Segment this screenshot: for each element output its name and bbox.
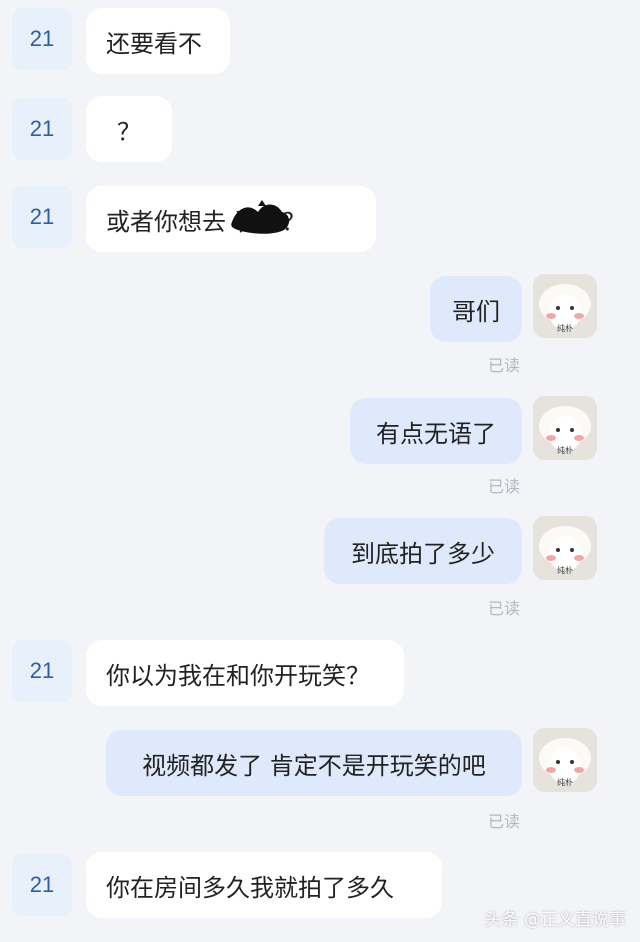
- svg-text:纯朴: 纯朴: [557, 323, 573, 333]
- user-avatar-sheep[interactable]: 纯朴: [533, 728, 597, 792]
- read-status: 已读: [487, 356, 520, 375]
- user-avatar-sheep[interactable]: 纯朴: [533, 274, 597, 338]
- sheep-avatar-icon: 纯朴: [533, 728, 597, 792]
- sender-avatar[interactable]: 21: [12, 186, 72, 248]
- sender-avatar[interactable]: 21: [12, 98, 72, 160]
- sender-avatar[interactable]: 21: [12, 8, 72, 70]
- sheep-avatar-icon: 纯朴: [533, 274, 597, 338]
- message-bubble-outgoing[interactable]: 有点无语了: [350, 398, 522, 464]
- svg-text:纯朴: 纯朴: [557, 445, 573, 455]
- sender-avatar[interactable]: 21: [12, 854, 72, 916]
- message-bubble-incoming[interactable]: ？: [86, 96, 172, 162]
- message-bubble-incoming[interactable]: 还要看不: [86, 8, 230, 74]
- user-avatar-sheep[interactable]: 纯朴: [533, 516, 597, 580]
- watermark: 头条 @正义直说事: [484, 910, 626, 930]
- redaction-scribble: [231, 200, 290, 234]
- message-bubble-outgoing[interactable]: 到底拍了多少: [324, 518, 522, 584]
- message-bubble-outgoing[interactable]: 哥们: [430, 276, 522, 342]
- sender-avatar[interactable]: 21: [12, 640, 72, 702]
- read-status: 已读: [487, 812, 520, 831]
- message-bubble-outgoing[interactable]: 视频都发了 肯定不是开玩笑的吧: [106, 730, 522, 796]
- message-bubble-incoming[interactable]: 你在房间多久我就拍了多久: [86, 852, 442, 918]
- user-avatar-sheep[interactable]: 纯朴: [533, 396, 597, 460]
- sheep-avatar-icon: 纯朴: [533, 516, 597, 580]
- sheep-avatar-icon: 纯朴: [533, 396, 597, 460]
- svg-text:纯朴: 纯朴: [557, 777, 573, 787]
- message-bubble-incoming[interactable]: 你以为我在和你开玩笑？: [86, 640, 404, 706]
- read-status: 已读: [487, 477, 520, 496]
- read-status: 已读: [487, 599, 520, 618]
- svg-text:纯朴: 纯朴: [557, 565, 573, 575]
